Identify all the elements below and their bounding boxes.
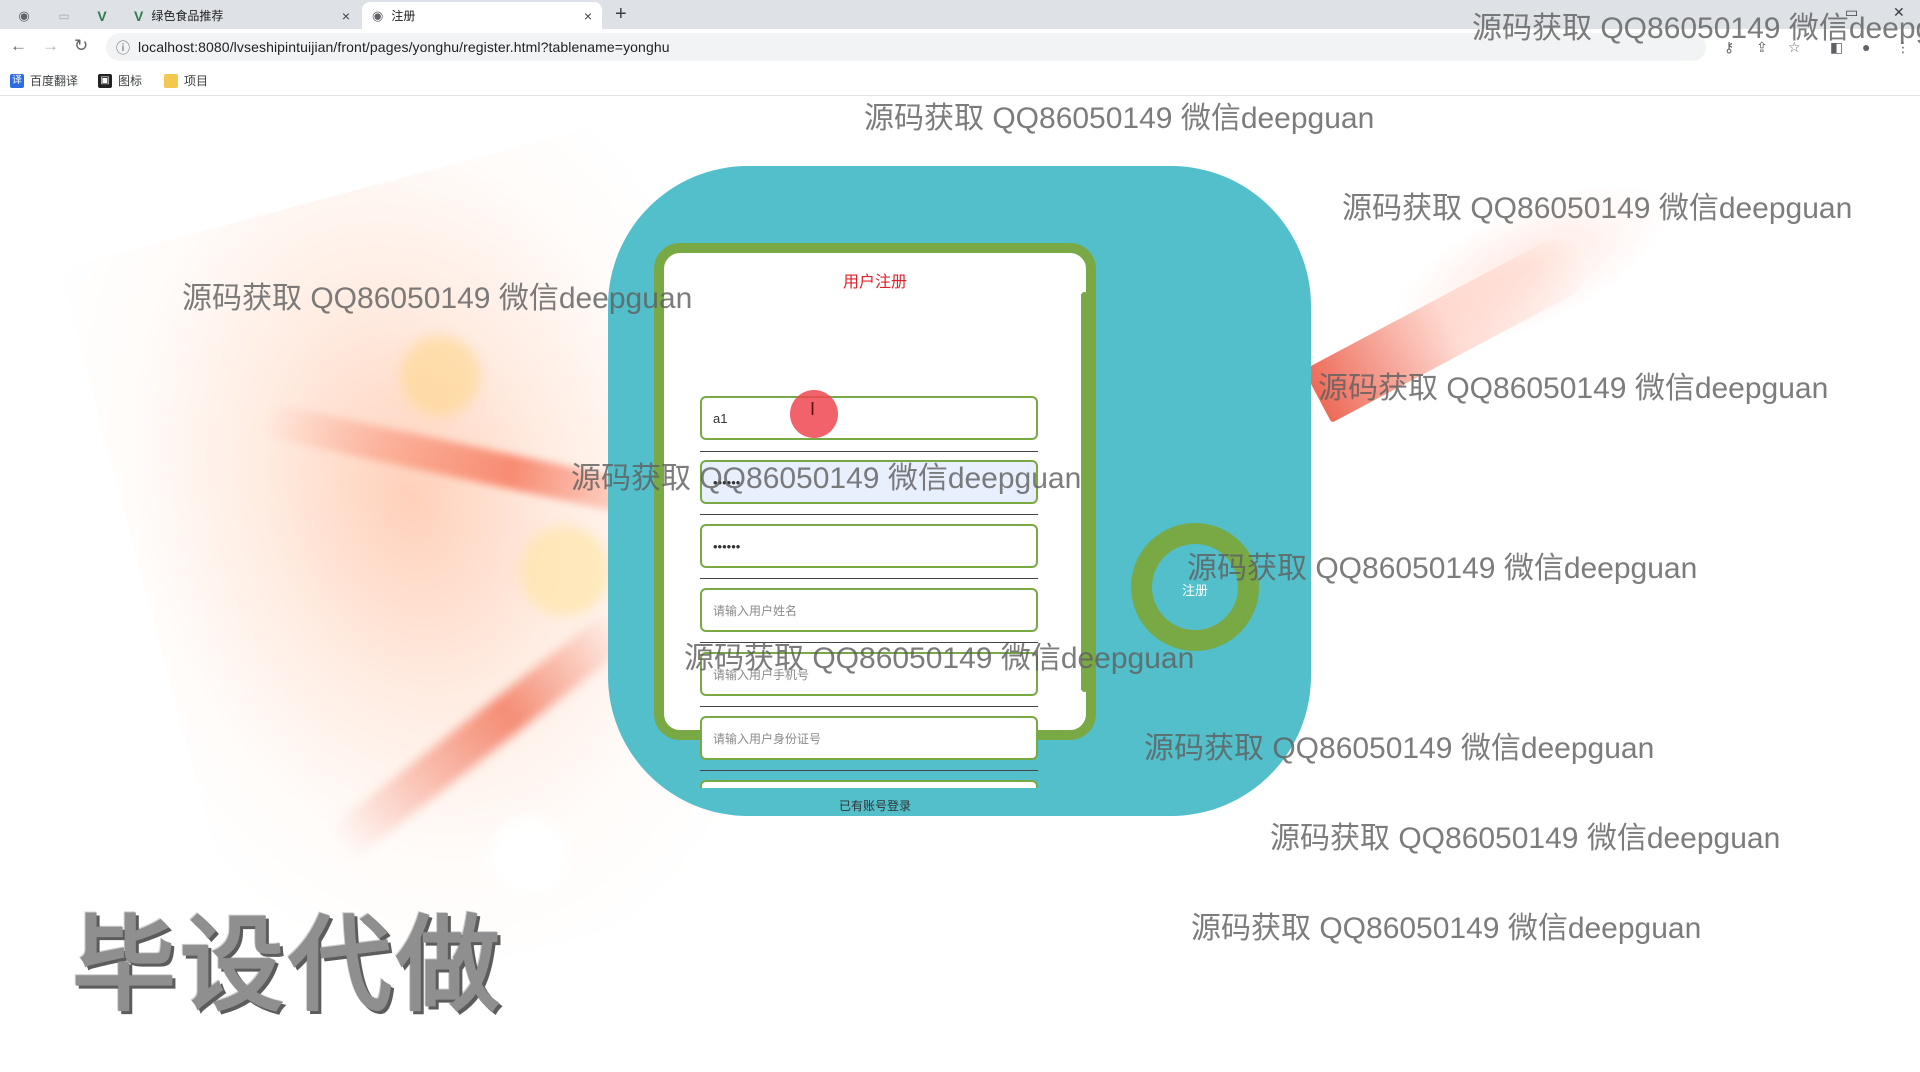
watermark-text: 源码获取 QQ86050149 微信deepguan	[182, 282, 693, 315]
reload-icon[interactable]: ↻	[74, 37, 88, 55]
back-arrow-icon[interactable]: ←	[10, 37, 27, 55]
field-divider	[700, 514, 1038, 515]
field-divider	[700, 451, 1038, 452]
watermark-text: 源码获取 QQ86050149 微信deepguan	[1342, 192, 1853, 225]
vue-icon: V	[134, 7, 144, 24]
watermark-text: 源码获取 QQ86050149 微信deepguan	[684, 642, 1195, 675]
background-bokeh	[400, 336, 480, 416]
form-scrollbar[interactable]	[1081, 292, 1088, 692]
bookmark-baidu-translate[interactable]: 译 百度翻译	[10, 72, 78, 89]
name-input[interactable]	[700, 588, 1038, 632]
translate-icon: 译	[10, 73, 24, 88]
address-bar[interactable]: ⓘ localhost:8080/lvseshipintuijian/front…	[106, 33, 1706, 61]
globe-icon: ◉	[18, 7, 30, 23]
field-divider	[700, 578, 1038, 579]
close-tab-icon[interactable]: ×	[584, 8, 592, 24]
login-link[interactable]: 已有账号登录	[654, 797, 1096, 814]
confirm-password-input[interactable]	[700, 524, 1038, 568]
tab-pinned-1[interactable]: ◉	[4, 2, 44, 29]
banner-watermark: 毕设代做	[72, 904, 505, 1026]
info-icon[interactable]: ⓘ	[116, 38, 130, 58]
field-divider	[700, 706, 1038, 707]
watermark-text: 源码获取 QQ86050149 微信deepguan	[1318, 372, 1829, 405]
watermark-text: 源码获取 QQ86050149 微信deepguan	[1270, 822, 1781, 855]
form-title: 用户注册	[842, 274, 907, 291]
vue-icon: V	[97, 7, 107, 24]
watermark-text: 源码获取 QQ86050149 微信deepguan	[1191, 912, 1702, 945]
forward-arrow-icon[interactable]: →	[42, 37, 59, 55]
bookmarks-bar: 译 百度翻译 ▣ 图标 项目	[0, 65, 1920, 96]
bookmark-icons[interactable]: ▣ 图标	[98, 72, 142, 89]
watermark-text: 源码获取 QQ86050149 微信deepguan	[1472, 12, 1920, 45]
idcard-input[interactable]	[700, 716, 1038, 760]
watermark-text: 源码获取 QQ86050149 微信deepguan	[1187, 552, 1698, 585]
watermark-text: 源码获取 QQ86050149 微信deepguan	[864, 102, 1375, 135]
close-tab-icon[interactable]: ×	[342, 8, 350, 24]
tab-label: 注册	[391, 9, 416, 23]
field-divider	[700, 770, 1038, 771]
new-tab-button[interactable]: +	[615, 4, 627, 24]
text-cursor-icon: I	[810, 399, 816, 419]
folder-icon	[164, 73, 178, 88]
tab-label: 绿色食品推荐	[151, 9, 224, 23]
image-icon: ▣	[98, 73, 112, 88]
tab-green-food[interactable]: V 绿色食品推荐 ×	[124, 2, 360, 29]
watermark-text: 源码获取 QQ86050149 微信deepguan	[1144, 732, 1655, 765]
bookmark-label: 图标	[118, 74, 143, 88]
account-input[interactable]	[700, 396, 1038, 440]
blank-page-icon: ▭	[58, 8, 70, 23]
tab-pinned-2[interactable]: ▭	[44, 2, 84, 29]
globe-icon: ◉	[372, 7, 384, 23]
tab-register[interactable]: ◉ 注册 ×	[362, 2, 602, 29]
bookmark-project[interactable]: 项目	[164, 72, 208, 89]
bookmark-label: 百度翻译	[30, 74, 79, 88]
url-text: localhost:8080/lvseshipintuijian/front/p…	[138, 39, 670, 55]
tab-pinned-3[interactable]: V	[82, 2, 122, 29]
bookmark-label: 项目	[184, 74, 209, 88]
watermark-text: 源码获取 QQ86050149 微信deepguan	[571, 462, 1082, 495]
background-bokeh	[520, 526, 610, 616]
next-input-partial[interactable]	[700, 780, 1038, 788]
